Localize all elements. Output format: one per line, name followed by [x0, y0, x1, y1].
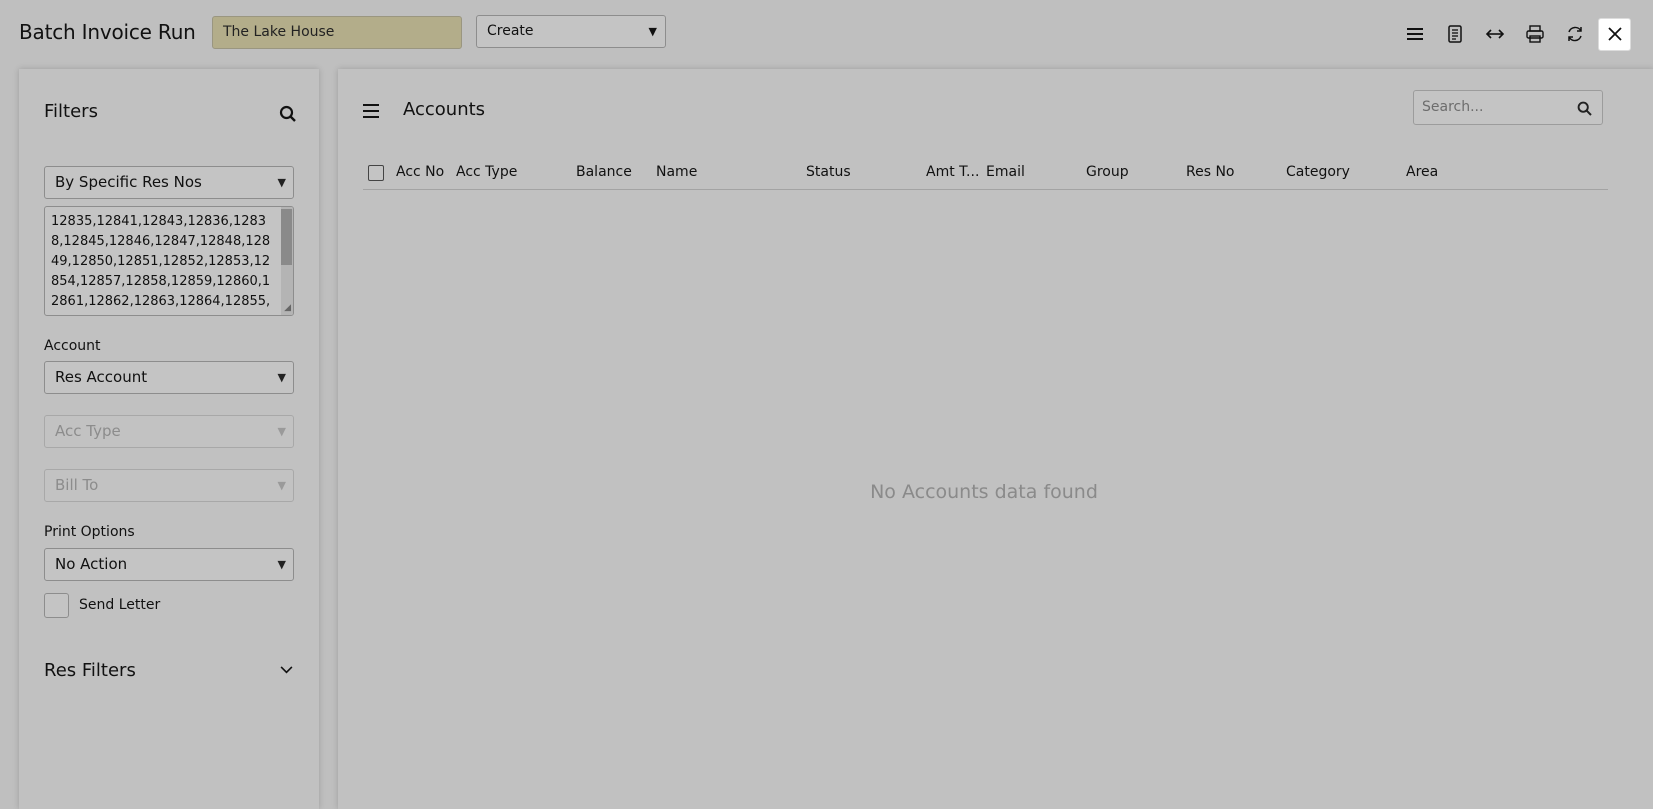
accounts-title: Accounts	[403, 99, 486, 120]
resize-grip-icon[interactable]: ◢	[284, 304, 291, 313]
print-options-value: No Action	[55, 555, 128, 573]
search-icon[interactable]	[279, 105, 297, 123]
list-icon[interactable]	[1398, 18, 1431, 51]
accounts-panel: Accounts Search... Acc No Acc Type Balan…	[338, 69, 1653, 809]
column-acc-type[interactable]: Acc Type	[456, 164, 517, 180]
res-filters-title[interactable]: Res Filters	[44, 660, 136, 681]
chevron-down-icon[interactable]	[280, 666, 293, 675]
search-placeholder: Search...	[1422, 99, 1484, 115]
res-numbers-text: 12835,12841,12843,12836,12838,12845,1284…	[51, 214, 271, 315]
select-all-checkbox[interactable]	[368, 165, 384, 181]
property-field[interactable]: The Lake House	[212, 16, 462, 49]
res-numbers-textarea[interactable]: 12835,12841,12843,12836,12838,12845,1284…	[44, 206, 294, 316]
width-toggle-icon[interactable]	[1478, 18, 1511, 51]
bill-to-placeholder: Bill To	[55, 476, 99, 494]
accounts-search-input[interactable]: Search...	[1413, 90, 1603, 125]
chevron-down-icon: ▼	[648, 25, 657, 38]
column-group[interactable]: Group	[1086, 164, 1129, 180]
account-select[interactable]: Res Account ▼	[44, 361, 294, 394]
column-category[interactable]: Category	[1286, 164, 1350, 180]
column-status[interactable]: Status	[806, 164, 851, 180]
print-icon[interactable]	[1518, 18, 1551, 51]
chevron-down-icon: ▼	[277, 558, 286, 571]
menu-icon[interactable]	[363, 104, 379, 118]
column-acc-no[interactable]: Acc No	[396, 164, 444, 180]
column-amt-to[interactable]: Amt T...	[926, 164, 979, 180]
account-select-value: Res Account	[55, 368, 148, 386]
print-options-select[interactable]: No Action ▼	[44, 548, 294, 581]
chevron-down-icon: ▼	[277, 176, 286, 189]
page-title: Batch Invoice Run	[19, 20, 196, 44]
res-filter-select[interactable]: By Specific Res Nos ▼	[44, 166, 294, 199]
mode-select-value: Create	[487, 23, 534, 39]
column-name[interactable]: Name	[656, 164, 697, 180]
mode-select[interactable]: Create ▼	[476, 15, 666, 48]
print-options-label: Print Options	[44, 524, 135, 540]
column-area[interactable]: Area	[1406, 164, 1438, 180]
filters-panel: Filters By Specific Res Nos ▼ 12835,1284…	[19, 69, 319, 809]
accounts-table-header: Acc No Acc Type Balance Name Status Amt …	[363, 157, 1608, 190]
filters-title: Filters	[44, 101, 98, 122]
document-icon[interactable]	[1438, 18, 1471, 51]
acc-type-select[interactable]: Acc Type ▼	[44, 415, 294, 448]
toolbar	[1398, 17, 1631, 51]
res-filter-value: By Specific Res Nos	[55, 173, 202, 191]
chevron-down-icon: ▼	[277, 371, 286, 384]
textarea-scroll-thumb[interactable]	[281, 209, 292, 265]
chevron-down-icon: ▼	[277, 479, 286, 492]
close-icon[interactable]	[1598, 17, 1631, 51]
chevron-down-icon: ▼	[277, 425, 286, 438]
column-balance[interactable]: Balance	[576, 164, 632, 180]
column-res-no[interactable]: Res No	[1186, 164, 1235, 180]
send-letter-checkbox[interactable]	[44, 593, 69, 618]
bill-to-select[interactable]: Bill To ▼	[44, 469, 294, 502]
refresh-icon[interactable]	[1558, 18, 1591, 51]
top-bar: Batch Invoice Run The Lake House Create …	[0, 0, 1653, 68]
search-icon[interactable]	[1577, 101, 1592, 116]
empty-state-message: No Accounts data found	[870, 481, 1098, 503]
column-email[interactable]: Email	[986, 164, 1025, 180]
send-letter-label: Send Letter	[79, 597, 161, 613]
account-label: Account	[44, 338, 101, 354]
acc-type-placeholder: Acc Type	[55, 422, 121, 440]
